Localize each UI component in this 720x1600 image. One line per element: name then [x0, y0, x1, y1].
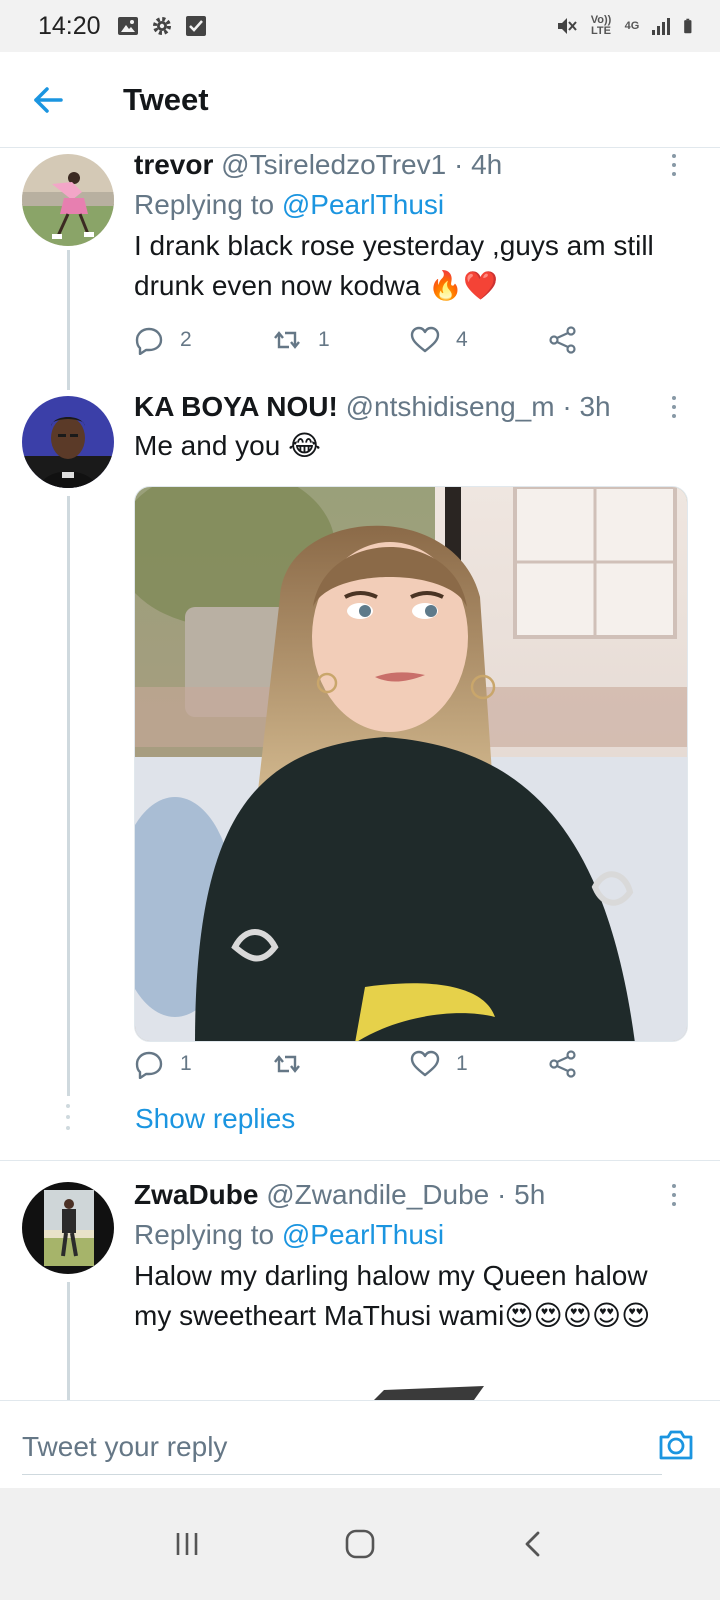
heart-icon — [410, 1050, 440, 1077]
tweet-time[interactable]: 5h — [514, 1179, 545, 1210]
user-handle[interactable]: @Zwandile_Dube — [266, 1179, 489, 1210]
share-button[interactable] — [548, 1049, 594, 1079]
reply-icon — [135, 1051, 163, 1079]
tweet-time[interactable]: 4h — [471, 149, 502, 180]
like-count: 4 — [456, 328, 468, 351]
show-replies-link[interactable]: Show replies — [135, 1103, 295, 1135]
display-name[interactable]: KA BOYA NOU! — [134, 391, 338, 422]
tweet-actions: 2 1 4 — [134, 320, 594, 360]
reply-bar — [0, 1400, 720, 1488]
gear-icon — [152, 17, 171, 35]
like-button[interactable]: 1 — [410, 1049, 548, 1079]
reply-count: 2 — [180, 328, 192, 351]
display-name[interactable]: ZwaDube — [134, 1179, 258, 1210]
checkbox-icon — [185, 16, 206, 36]
display-name[interactable]: trevor — [134, 149, 213, 180]
user-handle[interactable]: @TsireledzoTrev1 — [221, 149, 446, 180]
tweet[interactable]: trevor @TsireledzoTrev1 · 4h Replying to… — [0, 148, 720, 380]
tweet-text: I drank black rose yesterday ,guys am st… — [134, 230, 654, 301]
separator-dot: · — [497, 1179, 507, 1210]
mention-link[interactable]: @PearlThusi — [282, 1219, 444, 1250]
page-title: Tweet — [123, 81, 209, 117]
retweet-count: 1 — [318, 328, 330, 351]
mute-icon — [558, 18, 577, 34]
separator-dot: · — [453, 149, 464, 180]
recent-apps-icon — [176, 1533, 197, 1555]
more-options-button[interactable] — [664, 390, 684, 424]
chevron-left-icon — [525, 1531, 540, 1557]
retweet-icon — [274, 1055, 300, 1073]
image-icon — [117, 17, 138, 35]
reply-count: 1 — [180, 1052, 192, 1075]
tweet-time[interactable]: 3h — [579, 391, 610, 422]
separator-dot: · — [562, 391, 572, 422]
home-icon — [345, 1529, 375, 1559]
replying-to-label: Replying to — [134, 189, 275, 220]
volte-icon: Vo)) LTE — [590, 14, 612, 37]
home-button[interactable] — [330, 1514, 390, 1574]
share-icon — [549, 326, 576, 354]
user-handle[interactable]: @ntshidiseng_m — [346, 391, 555, 422]
tweet-header: KA BOYA NOU! @ntshidiseng_m · 3h — [134, 390, 690, 424]
tweet[interactable]: ZwaDube @Zwandile_Dube · 5h Replying to … — [0, 1178, 720, 1400]
more-options-button[interactable] — [664, 148, 684, 182]
tweet-header: trevor @TsireledzoTrev1 · 4h — [134, 148, 690, 182]
tweet-photo-partial[interactable] — [134, 1386, 688, 1400]
recent-apps-button[interactable] — [157, 1514, 217, 1574]
avatar[interactable] — [22, 154, 114, 246]
mention-link[interactable]: @PearlThusi — [282, 189, 444, 220]
app-header: Tweet — [0, 52, 720, 148]
tweet-header: ZwaDube @Zwandile_Dube · 5h — [134, 1178, 690, 1212]
tweet-text: Me and you 😂 — [134, 430, 321, 461]
avatar[interactable] — [22, 396, 114, 488]
like-button[interactable]: 4 — [410, 325, 548, 355]
share-icon — [549, 1050, 576, 1078]
4g-icon: 4G — [624, 19, 640, 32]
replying-to: Replying to @PearlThusi — [134, 1216, 690, 1254]
arrow-left-icon — [34, 86, 63, 113]
avatar[interactable] — [22, 1182, 114, 1274]
back-nav-button[interactable] — [503, 1514, 563, 1574]
heart-icon — [410, 326, 440, 353]
like-count: 1 — [456, 1052, 468, 1075]
camera-icon[interactable] — [656, 1425, 696, 1465]
replying-to-label: Replying to — [134, 1219, 275, 1250]
reply-input[interactable] — [22, 1419, 662, 1475]
share-button[interactable] — [548, 325, 594, 355]
more-options-button[interactable] — [664, 1178, 684, 1212]
back-button[interactable] — [18, 70, 78, 130]
divider — [0, 1160, 720, 1161]
tweet-photo[interactable] — [134, 486, 688, 1042]
status-time: 14:20 — [38, 11, 101, 40]
tweet-text: Halow my darling halow my Queen halow my… — [134, 1260, 651, 1331]
reply-button[interactable]: 2 — [134, 325, 272, 355]
signal-icon — [652, 18, 670, 35]
retweet-button[interactable]: 1 — [272, 325, 410, 355]
reply-icon — [135, 327, 163, 355]
system-nav-bar — [0, 1488, 720, 1600]
retweet-icon — [274, 331, 300, 349]
retweet-button[interactable] — [272, 1049, 410, 1079]
status-bar: 14:20 Vo)) LTE 4G — [0, 0, 720, 52]
battery-icon — [684, 18, 692, 34]
reply-button[interactable]: 1 — [134, 1049, 272, 1079]
replying-to: Replying to @PearlThusi — [134, 186, 690, 224]
tweet-actions: 1 1 — [134, 1044, 594, 1084]
